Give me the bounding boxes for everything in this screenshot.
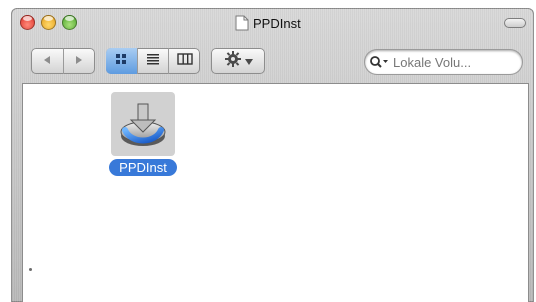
column-view-icon <box>176 52 193 70</box>
minimize-button[interactable] <box>41 15 56 30</box>
file-item-label[interactable]: PPDInst <box>109 159 177 176</box>
view-mode-buttons <box>106 48 200 74</box>
zoom-button[interactable] <box>62 15 77 30</box>
search-icon <box>365 50 393 74</box>
action-menu-button[interactable] <box>211 48 265 74</box>
file-item[interactable]: PPDInst <box>103 92 183 176</box>
forward-arrow-icon <box>73 52 85 70</box>
toolbar-toggle-button[interactable] <box>504 18 526 28</box>
forward-button[interactable] <box>64 48 96 74</box>
column-view-button[interactable] <box>169 48 200 74</box>
list-view-icon <box>146 52 160 70</box>
window-title-group: PPDInst <box>235 14 301 32</box>
finder-window: PPDInst Lokale Volu... PPDInst <box>11 8 534 302</box>
title-bar[interactable]: PPDInst <box>11 8 534 38</box>
close-button[interactable] <box>20 15 35 30</box>
toolbar: Lokale Volu... <box>11 38 534 84</box>
back-button[interactable] <box>31 48 64 74</box>
list-view-button[interactable] <box>138 48 170 74</box>
resize-handle[interactable] <box>29 268 32 271</box>
folder-document-icon <box>235 15 249 31</box>
search-field[interactable]: Lokale Volu... <box>365 50 522 74</box>
file-browser-content[interactable]: PPDInst <box>23 84 528 302</box>
icon-view-button[interactable] <box>106 48 138 74</box>
nav-buttons <box>31 48 95 74</box>
gear-icon <box>224 50 242 73</box>
installer-disk-icon[interactable] <box>111 92 175 156</box>
window-title: PPDInst <box>253 15 301 31</box>
icon-view-icon <box>115 52 127 70</box>
action-menu-cell[interactable] <box>211 48 265 74</box>
search-placeholder: Lokale Volu... <box>393 54 472 70</box>
chevron-down-icon <box>244 52 253 70</box>
back-arrow-icon <box>41 52 53 70</box>
